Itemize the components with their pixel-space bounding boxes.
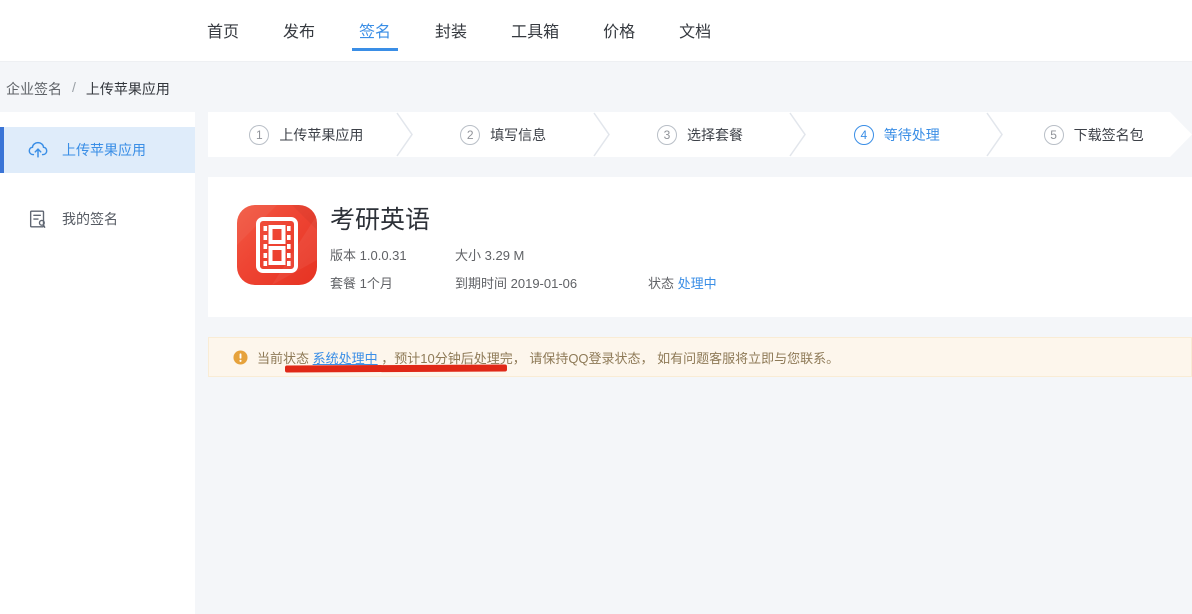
step-number-badge: 3 [657,125,677,145]
app-info: 考研英语 版本 1.0.0.31 大小 3.29 M 套餐 1个月 到期时间 2… [330,200,717,292]
sidebar-item-label: 上传苹果应用 [62,140,146,160]
breadcrumb-enterprise-sign[interactable]: 企业签名 [6,79,62,99]
app-meta-row-1: 版本 1.0.0.31 大小 3.29 M [330,245,717,264]
step-4-waiting: 4 等待处理 [798,112,995,157]
main-content: 1 上传苹果应用 2 填写信息 3 选择套餐 4 等待处理 5 下载签名 [208,112,1192,377]
step-label: 上传苹果应用 [279,125,363,145]
app-card: 考研英语 版本 1.0.0.31 大小 3.29 M 套餐 1个月 到期时间 2… [208,177,1192,317]
nav-item-docs[interactable]: 文档 [672,11,718,51]
chevron-right-icon [986,112,1004,157]
step-number-badge: 4 [854,125,874,145]
alert-message: 当前状态 系统处理中 ，预计10分钟后处理完， 请保持QQ登录状态， 如有问题客… [257,348,839,367]
sidebar-item-label: 我的签名 [62,209,118,229]
chevron-right-icon [396,112,414,157]
step-5-download: 5 下载签名包 [995,112,1192,157]
warning-icon [233,350,248,365]
breadcrumb-separator: / [72,79,76,99]
nav-item-signature[interactable]: 签名 [352,11,398,51]
app-version: 版本 1.0.0.31 [330,245,455,264]
app-title: 考研英语 [330,200,717,236]
step-number-badge: 5 [1044,125,1064,145]
app-expire: 到期时间 2019-01-06 [455,273,648,292]
step-2-fill-info: 2 填写信息 [405,112,602,157]
breadcrumb: 企业签名 / 上传苹果应用 [6,79,170,99]
film-app-icon [237,205,317,285]
nav-item-home[interactable]: 首页 [200,11,246,51]
nav-item-package[interactable]: 封装 [428,11,474,51]
page-body: 企业签名 / 上传苹果应用 上传苹果应用 [0,62,1192,614]
steps-bar: 1 上传苹果应用 2 填写信息 3 选择套餐 4 等待处理 5 下载签名 [208,112,1192,157]
app-size: 大小 3.29 M [455,245,648,264]
signature-doc-icon [27,208,49,230]
app-status: 状态 处理中 [648,273,717,292]
step-1-upload: 1 上传苹果应用 [208,112,405,157]
sidebar-item-my-signatures[interactable]: 我的签名 [0,196,195,242]
top-header: 首页 发布 签名 封装 工具箱 价格 文档 [0,0,1192,62]
system-processing-link[interactable]: 系统处理中 [313,351,378,366]
cloud-upload-icon [27,139,49,161]
step-number-badge: 1 [249,125,269,145]
main-nav: 首页 发布 签名 封装 工具箱 价格 文档 [200,0,718,62]
sidebar: 上传苹果应用 我的签名 [0,112,195,614]
status-processing-link[interactable]: 处理中 [678,276,717,291]
nav-item-price[interactable]: 价格 [596,11,642,51]
step-label: 填写信息 [490,125,546,145]
step-label: 等待处理 [884,125,940,145]
breadcrumb-upload-app: 上传苹果应用 [86,79,170,99]
nav-item-toolbox[interactable]: 工具箱 [504,11,566,51]
step-number-badge: 2 [460,125,480,145]
step-label: 下载签名包 [1074,125,1144,145]
active-indicator-bar [0,127,4,173]
chevron-right-icon [789,112,807,157]
app-plan: 套餐 1个月 [330,273,455,292]
sidebar-item-upload-apple-app[interactable]: 上传苹果应用 [0,127,195,173]
app-meta-row-2: 套餐 1个月 到期时间 2019-01-06 状态 处理中 [330,273,717,292]
red-underline-annotation [285,365,507,373]
nav-item-publish[interactable]: 发布 [276,11,322,51]
step-label: 选择套餐 [687,125,743,145]
chevron-right-icon [593,112,611,157]
step-3-choose-plan: 3 选择套餐 [602,112,799,157]
